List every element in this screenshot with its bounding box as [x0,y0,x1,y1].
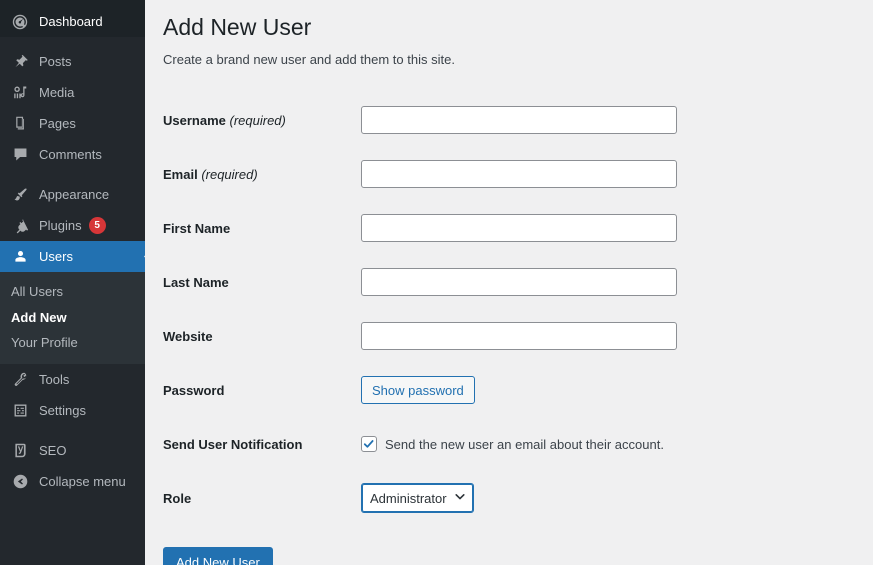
send-notification-checkbox[interactable] [361,436,377,453]
field-cell-email [361,147,873,201]
field-cell-password: Show password [361,363,873,417]
menu-separator [0,37,145,46]
label-text: Last Name [163,274,229,290]
plugins-update-badge: 5 [88,217,106,234]
form-row-email: Email (required) [163,147,873,201]
sidebar-item-label: Comments [39,147,102,162]
admin-sidebar: Dashboard Posts Media Pages Comments App… [0,0,145,565]
sidebar-subitem-all-users[interactable]: All Users [0,279,145,305]
label-website: Website [163,309,361,363]
sidebar-item-collapse-menu[interactable]: Collapse menu [0,466,145,497]
pin-icon [10,52,30,72]
sidebar-item-label: SEO [39,442,67,458]
username-input[interactable] [361,106,677,135]
sidebar-item-dashboard[interactable]: Dashboard [0,6,145,37]
plug-icon [10,216,30,236]
page-title: Add New User [163,14,312,40]
sidebar-item-tools[interactable]: Tools [0,364,145,395]
required-note: (required) [201,166,258,182]
add-new-user-button[interactable]: Add New User [163,547,273,565]
form-row-website: Website [163,309,873,363]
label-text: Password [163,382,225,398]
main-content: Add New User Create a brand new user and… [145,0,873,565]
sidebar-subitem-your-profile[interactable]: Your Profile [0,330,145,356]
field-cell-role: Administrator [361,471,873,525]
sidebar-item-appearance[interactable]: Appearance [0,179,145,210]
form-row-last-name: Last Name [163,255,873,309]
role-selected-value: Administrator [370,490,447,506]
settings-icon [10,400,30,420]
sidebar-item-plugins[interactable]: Plugins 5 [0,210,145,241]
brush-icon [10,185,30,205]
sidebar-item-label: Tools [39,371,70,387]
yoast-seo-icon [10,440,30,460]
send-notification-label: Send the new user an email about their a… [385,436,664,452]
field-cell-send-notification: Send the new user an email about their a… [361,417,873,471]
field-cell-website [361,309,873,363]
chevron-down-icon [454,491,466,506]
sidebar-item-comments[interactable]: Comments [0,139,145,170]
sidebar-item-settings[interactable]: Settings [0,395,145,426]
sidebar-item-label: Dashboard [39,14,103,29]
sidebar-item-label: Media [39,85,75,100]
label-send-notification: Send User Notification [163,417,361,471]
form-row-send-notification: Send User Notification Send the new user… [163,417,873,471]
role-select[interactable]: Administrator [361,483,474,514]
sidebar-item-label: Posts [39,54,72,69]
show-password-button[interactable]: Show password [361,376,475,405]
form-row-role: Role Administrator [163,471,873,525]
label-text: Send User Notification [163,436,303,452]
form-row-first-name: First Name [163,201,873,255]
submit-area: Add New User [163,525,873,565]
label-first-name: First Name [163,201,361,255]
send-notification-row: Send the new user an email about their a… [361,436,873,453]
label-text: Email [163,166,198,182]
collapse-arrow-icon [10,471,30,491]
sidebar-item-pages[interactable]: Pages [0,108,145,139]
wrench-icon [10,369,30,389]
required-note: (required) [229,112,286,128]
last-name-input[interactable] [361,268,677,297]
label-role: Role [163,471,361,525]
comment-icon [10,145,30,165]
field-cell-last-name [361,255,873,309]
sidebar-item-label: Settings [39,402,86,418]
field-cell-username [361,93,873,147]
pages-icon [10,114,30,134]
label-text: Username [163,112,226,128]
first-name-input[interactable] [361,214,677,243]
menu-separator [0,426,145,435]
website-input[interactable] [361,322,677,351]
label-password: Password [163,363,361,417]
sidebar-item-posts[interactable]: Posts [0,46,145,77]
user-icon [10,247,30,267]
sidebar-item-label: Plugins [39,218,82,233]
email-input[interactable] [361,160,677,189]
label-username: Username (required) [163,93,361,147]
label-text: Role [163,490,192,506]
menu-separator [0,170,145,179]
active-menu-arrow-icon [137,241,145,272]
sidebar-item-label: Collapse menu [39,473,126,489]
field-cell-first-name [361,201,873,255]
media-icon [10,83,30,103]
sidebar-item-label: Appearance [39,187,110,202]
add-user-form: Username (required) Email (required) Fir… [163,93,873,525]
form-row-password: Password Show password [163,363,873,417]
label-email: Email (required) [163,147,361,201]
dashboard-icon [10,12,30,32]
sidebar-item-label: Pages [39,116,76,131]
page-description: Create a brand new user and add them to … [163,51,455,67]
label-text: Website [163,328,213,344]
sidebar-item-media[interactable]: Media [0,77,145,108]
users-submenu: All Users Add New Your Profile [0,272,145,364]
label-text: First Name [163,220,231,236]
form-row-username: Username (required) [163,93,873,147]
sidebar-item-seo[interactable]: SEO [0,435,145,466]
checkmark-icon [363,440,374,448]
sidebar-item-label: Users [39,249,73,264]
label-last-name: Last Name [163,255,361,309]
sidebar-item-users[interactable]: Users [0,241,145,272]
sidebar-subitem-add-new[interactable]: Add New [0,305,145,331]
